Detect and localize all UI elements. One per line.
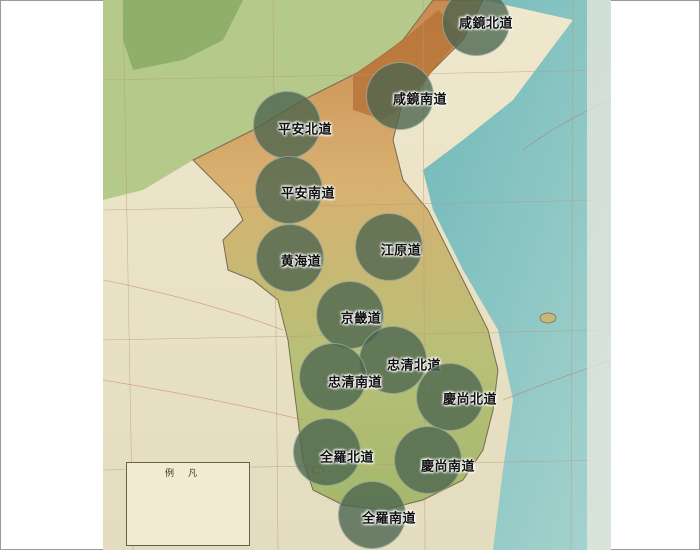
province-label-jeolla-north: 全羅北道: [319, 450, 375, 466]
province-label-gyeongsang-north: 慶尚北道: [442, 392, 498, 408]
province-label-jeolla-south: 全羅南道: [361, 511, 417, 527]
province-label-chungcheong-south: 忠清南道: [327, 375, 383, 391]
province-label-pyongan-north: 平安北道: [277, 122, 333, 138]
province-label-gyeongsang-south: 慶尚南道: [420, 459, 476, 475]
province-label-hamgyong-north: 咸鏡北道: [458, 16, 514, 32]
province-label-hamgyong-south: 咸鏡南道: [392, 92, 448, 108]
province-label-hwanghae: 黄海道: [280, 254, 322, 270]
province-label-gangwon: 江原道: [380, 243, 422, 259]
province-label-pyongan-south: 平安南道: [280, 186, 336, 202]
legend-title: 例凡: [164, 469, 211, 479]
map-legend: 例凡: [126, 462, 250, 546]
map-right-margin: [587, 0, 611, 550]
province-label-gyeonggi: 京畿道: [340, 311, 382, 327]
island: [539, 312, 557, 324]
